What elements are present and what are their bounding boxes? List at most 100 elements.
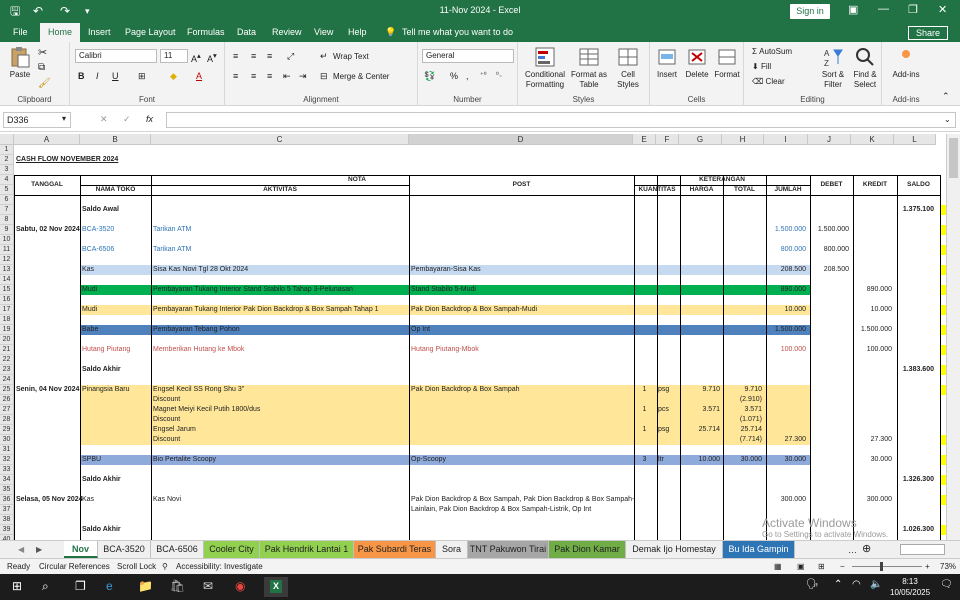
row-header[interactable]: 35 <box>0 485 14 495</box>
sheet-tab[interactable]: Pak Dion Kamar <box>549 541 626 558</box>
column-header[interactable]: D <box>409 134 633 145</box>
merge-icon[interactable]: ⊟ <box>320 70 328 82</box>
tab-file[interactable]: File <box>13 27 28 37</box>
paste-button[interactable]: Paste <box>2 46 38 80</box>
cell-h30[interactable]: (7.714) <box>722 435 764 445</box>
bold-icon[interactable]: B <box>78 70 85 82</box>
mail-icon[interactable]: ✉ <box>203 579 213 593</box>
row-header[interactable]: 11 <box>0 245 14 255</box>
tab-page-layout[interactable]: Page Layout <box>125 27 176 37</box>
excel-taskbar-button[interactable]: X <box>264 577 288 597</box>
row-header[interactable]: 10 <box>0 235 14 245</box>
sort-filter-button[interactable]: AZ Sort & Filter <box>816 46 850 90</box>
cell-i21[interactable]: 100.000 <box>764 345 808 355</box>
column-header[interactable]: E <box>633 134 656 145</box>
addins-button[interactable]: Add-ins <box>888 46 924 80</box>
row-header[interactable]: 33 <box>0 465 14 475</box>
cell-b13[interactable]: Kas <box>80 265 96 275</box>
autosum-button[interactable]: Σ AutoSum <box>752 46 792 58</box>
cell-k30[interactable]: 27.300 <box>851 435 894 445</box>
cell-b36[interactable]: Kas <box>80 495 96 505</box>
network-icon[interactable]: ◠ <box>852 579 861 590</box>
share-button[interactable]: Share <box>908 26 948 40</box>
people-icon[interactable]: 🗣 <box>806 579 819 590</box>
cell-i30[interactable]: 27.300 <box>764 435 808 445</box>
cell-d36[interactable]: Pak Dion Backdrop & Box Sampah, Pak Dion… <box>409 495 636 505</box>
row-header[interactable]: 17 <box>0 305 14 315</box>
cell-b17[interactable]: Mudi <box>80 305 99 315</box>
tab-view[interactable]: View <box>314 27 333 37</box>
row-header[interactable]: 27 <box>0 405 14 415</box>
cell-c26[interactable]: Discount <box>151 395 182 405</box>
column-header[interactable]: C <box>151 134 409 145</box>
zoom-slider[interactable] <box>852 566 922 567</box>
cell-b7[interactable]: Saldo Awal <box>80 205 121 215</box>
row-header[interactable]: 37 <box>0 505 14 515</box>
tab-home[interactable]: Home <box>40 23 80 42</box>
row-header[interactable]: 29 <box>0 425 14 435</box>
cell-k32[interactable]: 30.000 <box>851 455 894 465</box>
cell-i36[interactable]: 300.000 <box>764 495 808 505</box>
cell-b19[interactable]: Babe <box>80 325 100 335</box>
worksheet-grid[interactable]: A B C D E F G H I J K L 1 2 3 4 5 6 7 8 9 10 11 12 13 14 15 16 17 18 1… <box>0 134 946 540</box>
sheet-tab[interactable]: Sora <box>436 541 468 558</box>
wrap-text-button[interactable]: Wrap Text <box>333 51 369 63</box>
new-sheet-icon[interactable]: ⊕ <box>862 543 871 555</box>
row-header[interactable]: 14 <box>0 275 14 285</box>
sheet-tab[interactable]: BCA-6506 <box>151 541 204 558</box>
cell-e27[interactable]: 1 <box>633 405 656 415</box>
cell-k15[interactable]: 890.000 <box>851 285 894 295</box>
cell-i17[interactable]: 10.000 <box>764 305 808 315</box>
decrease-decimal-icon[interactable]: ⁰₋ <box>496 70 503 82</box>
cell-e25[interactable]: 1 <box>633 385 656 395</box>
cell-l23[interactable]: 1.383.600 <box>894 365 936 375</box>
format-painter-icon[interactable]: 🖌 <box>38 78 51 89</box>
cancel-formula-icon[interactable]: ✕ <box>100 113 108 125</box>
increase-indent-icon[interactable]: ⇥ <box>299 70 307 82</box>
cell-j9[interactable]: 1.500.000 <box>808 225 851 235</box>
cell-a9[interactable]: Sabtu, 02 Nov 2024 <box>14 225 82 235</box>
row-header[interactable]: 5 <box>0 185 14 195</box>
font-color-icon[interactable]: A <box>196 70 202 82</box>
cell-k36[interactable]: 300.000 <box>851 495 894 505</box>
cell-c30[interactable]: Discount <box>151 435 182 445</box>
task-view-icon[interactable]: ❐ <box>75 579 86 593</box>
cell-d13[interactable]: Pembayaran-Sisa Kas <box>409 265 483 275</box>
align-left-icon[interactable]: ≡ <box>233 70 238 82</box>
row-header[interactable]: 8 <box>0 215 14 225</box>
cell-i13[interactable]: 208.500 <box>764 265 808 275</box>
formula-input[interactable] <box>166 112 956 128</box>
row-header[interactable]: 31 <box>0 445 14 455</box>
sheet-tab[interactable]: BCA-3520 <box>98 541 151 558</box>
align-middle-icon[interactable]: ≡ <box>251 50 256 62</box>
cell-c15[interactable]: Pembayaran Tukang Interior Stand Stabilo… <box>151 285 355 295</box>
row-header[interactable]: 15 <box>0 285 14 295</box>
sign-in-button[interactable]: Sign in <box>790 4 830 19</box>
cell-d37[interactable]: Lainlain, Pak Dion Backdrop & Box Sampah… <box>409 505 593 515</box>
cell-b21[interactable]: Hutang Piutang <box>80 345 132 355</box>
cell-b32[interactable]: SPBU <box>80 455 103 465</box>
column-header[interactable]: H <box>722 134 764 145</box>
cell-b39[interactable]: Saldo Akhir <box>80 525 123 535</box>
cell-j11[interactable]: 800.000 <box>808 245 851 255</box>
cell-i9[interactable]: 1.500.000 <box>764 225 808 235</box>
cell-styles-button[interactable]: Cell Styles <box>610 46 646 90</box>
volume-icon[interactable]: 🔈 <box>870 579 882 590</box>
sheet-tab[interactable]: Pak Hendrik Lantai 1 <box>260 541 354 558</box>
cell-g25[interactable]: 9.710 <box>679 385 722 395</box>
format-cells-button[interactable]: Format <box>712 46 742 80</box>
insert-cells-button[interactable]: Insert <box>652 46 682 80</box>
status-circular[interactable]: Circular References <box>39 559 110 575</box>
sheet-tab[interactable]: Cooler City <box>204 541 260 558</box>
cell-f29[interactable]: psg <box>656 425 671 435</box>
comma-icon[interactable]: , <box>466 70 469 82</box>
tell-me-input[interactable]: Tell me what you want to do <box>402 27 513 37</box>
zoom-slider-thumb[interactable] <box>880 562 883 571</box>
cell-e32[interactable]: 3 <box>633 455 656 465</box>
row-header[interactable]: 13 <box>0 265 14 275</box>
align-bottom-icon[interactable]: ≡ <box>267 50 272 62</box>
collapse-ribbon-icon[interactable]: ⌃ <box>942 90 950 102</box>
cell-g32[interactable]: 10.000 <box>679 455 722 465</box>
cell-h29[interactable]: 25.714 <box>722 425 764 435</box>
column-header[interactable]: J <box>808 134 851 145</box>
